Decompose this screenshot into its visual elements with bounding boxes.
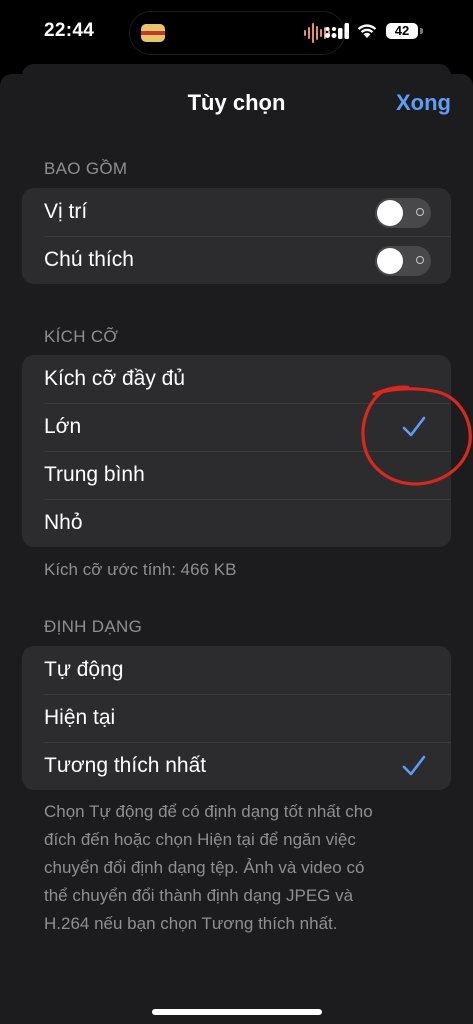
section-header-size: KÍCH CỠ: [44, 327, 119, 346]
app-thumbnail-icon: [141, 24, 165, 42]
location-toggle[interactable]: [375, 198, 431, 228]
size-option-small[interactable]: Nhỏ: [22, 499, 451, 547]
toggle-off-icon: [416, 208, 424, 216]
section-header-include: BAO GỒM: [44, 159, 128, 178]
format-group: Tự động Hiện tại Tương thích nhất: [22, 646, 451, 790]
format-option-current[interactable]: Hiện tại: [22, 694, 451, 742]
wifi-icon: [357, 24, 377, 38]
battery-nub: [420, 28, 423, 34]
size-option-label: Trung bình: [44, 463, 145, 486]
toggle-knob: [377, 248, 403, 274]
format-option-label: Tự động: [44, 658, 124, 681]
location-row[interactable]: Vị trí: [22, 188, 451, 236]
estimated-size-text: Kích cỡ ước tính: 466 KB: [44, 560, 237, 579]
status-indicators: 42: [325, 22, 447, 42]
toggle-off-icon: [416, 256, 424, 264]
battery-icon: 42: [386, 23, 418, 39]
caption-row[interactable]: Chú thích: [22, 236, 451, 284]
format-option-most-compatible[interactable]: Tương thích nhất: [22, 742, 451, 790]
size-option-label: Kích cỡ đầy đủ: [44, 367, 186, 390]
toggle-knob: [377, 200, 403, 226]
done-button[interactable]: Xong: [396, 90, 451, 116]
format-description-line: Chọn Tự động để có định dạng tốt nhất ch…: [44, 802, 373, 821]
format-description: Chọn Tự động để có định dạng tốt nhất ch…: [44, 798, 373, 938]
status-time: 22:44: [44, 20, 95, 41]
caption-label: Chú thích: [44, 248, 134, 271]
checkmark-icon: [402, 755, 426, 776]
size-option-label: Lớn: [44, 415, 82, 438]
format-description-line: chuyển đổi định dạng tệp. Ảnh và video c…: [44, 858, 365, 877]
format-description-line: thể chuyển đổi thành định dạng JPEG và: [44, 886, 354, 905]
options-screen: 22:44 42 Tùy chọn Xong BAO GỒM Vị trí Ch…: [0, 0, 473, 1024]
red-circle-annotation: [361, 385, 472, 486]
format-option-label: Tương thích nhất: [44, 754, 207, 777]
format-description-line: đích đến hoặc chọn Hiện tại để ngăn việc: [44, 830, 356, 849]
include-group: Vị trí Chú thích: [22, 188, 451, 284]
size-option-label: Nhỏ: [44, 511, 83, 534]
format-option-label: Hiện tại: [44, 706, 116, 729]
format-option-automatic[interactable]: Tự động: [22, 646, 451, 694]
format-description-line: H.264 nếu bạn chọn Tương thích nhất.: [44, 914, 338, 933]
status-bar: 22:44 42: [0, 0, 473, 64]
cellular-signal-icon: [325, 23, 349, 39]
dynamic-island[interactable]: [129, 11, 345, 55]
location-label: Vị trí: [44, 200, 88, 223]
section-header-format: ĐỊNH DẠNG: [44, 617, 143, 636]
caption-toggle[interactable]: [375, 246, 431, 276]
home-indicator[interactable]: [152, 1009, 322, 1015]
